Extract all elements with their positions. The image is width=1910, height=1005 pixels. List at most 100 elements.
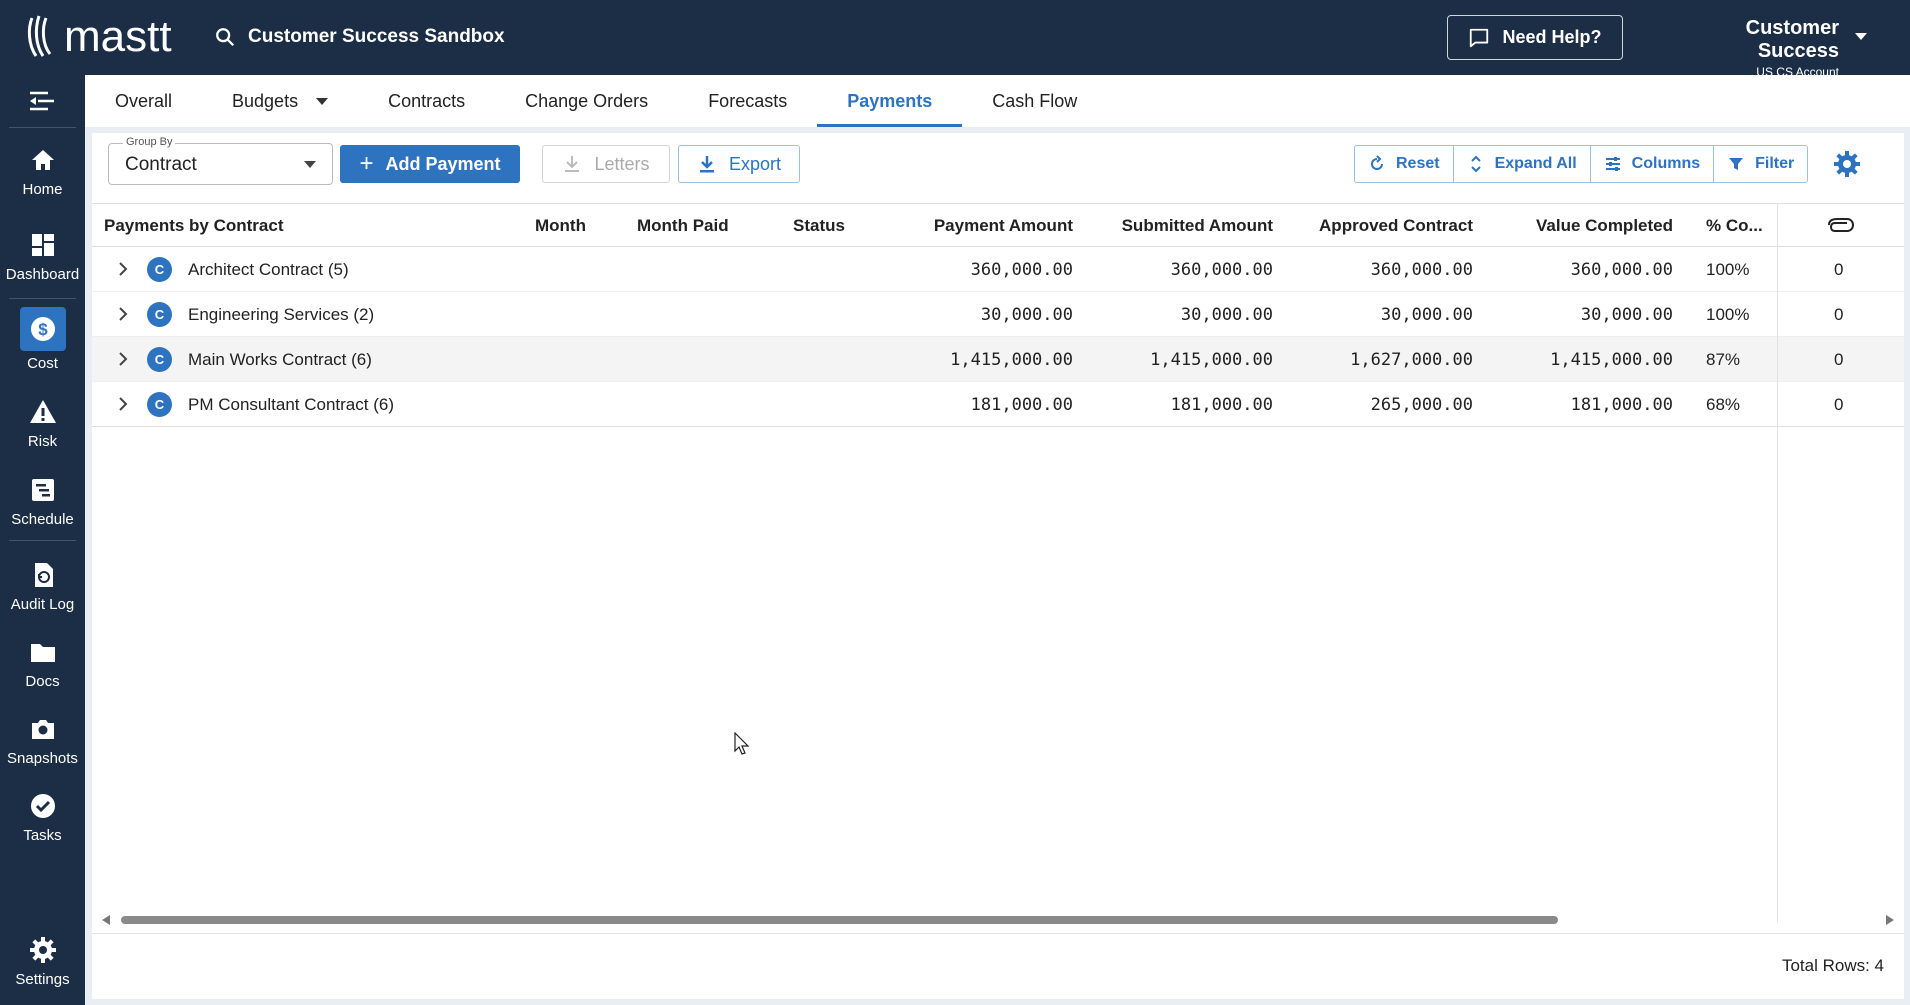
tab-label: Forecasts [708,90,788,111]
schedule-icon [31,479,54,501]
header-status[interactable]: Status [793,216,845,236]
filter-button[interactable]: Filter [1714,146,1807,182]
expand-all-button[interactable]: Expand All [1454,146,1591,182]
nav-item-tasks[interactable]: Tasks [0,791,85,844]
chevron-right-icon[interactable] [118,306,128,322]
export-label: Export [728,153,782,174]
nav-separator [9,127,76,128]
letters-button[interactable]: Letters [542,145,670,183]
account-caret-icon[interactable] [1855,33,1867,40]
account-menu[interactable]: Customer Success US CS Account [1662,17,1839,79]
header-month-paid[interactable]: Month Paid [637,216,729,236]
cell-approved-contract: 265,000.00 [1370,395,1473,415]
cell-approved-contract: 30,000.00 [1380,305,1473,325]
tab-budgets[interactable]: Budgets [202,75,358,127]
cell-percent-complete: 68% [1706,395,1741,414]
scroll-right-icon[interactable] [1886,915,1894,925]
chat-icon [1470,28,1489,47]
tab-label: Change Orders [525,90,649,111]
cell-attachments: 0 [1834,305,1844,324]
audit-log-icon [34,563,53,587]
header-approved-contract[interactable]: Approved Contract [1319,216,1473,236]
export-button[interactable]: Export [678,145,800,183]
table-row[interactable]: C Main Works Contract (6) 1,415,000.00 1… [92,337,1904,382]
cell-value-completed: 30,000.00 [1580,305,1673,325]
header-submitted-amount[interactable]: Submitted Amount [1122,216,1273,236]
nav-label-audit-log: Audit Log [10,596,75,613]
nav-item-risk[interactable]: Risk [0,397,85,450]
cell-approved-contract: 360,000.00 [1370,260,1473,280]
table-row[interactable]: C Engineering Services (2) 30,000.00 30,… [92,292,1904,337]
nav-label-schedule: Schedule [11,511,74,528]
mouse-cursor-icon [734,732,750,755]
chevron-right-icon[interactable] [118,261,128,277]
nav-item-schedule[interactable]: Schedule [0,475,85,528]
nav-active-indicator: $ [19,307,66,351]
group-by-select[interactable]: Group By Contract [108,136,333,185]
nav-label-settings: Settings [15,971,70,988]
cell-attachments: 0 [1834,260,1844,279]
tab-forecasts[interactable]: Forecasts [678,75,817,127]
cell-value-completed: 1,415,000.00 [1550,350,1673,370]
menu-collapse-icon[interactable] [28,89,56,113]
scrollbar-thumb[interactable] [121,916,1558,924]
chevron-right-icon[interactable] [118,396,128,412]
group-name: Architect Contract (5) [188,260,349,279]
header-month[interactable]: Month [535,216,586,236]
columns-button[interactable]: Columns [1591,146,1715,182]
group-name: Engineering Services (2) [188,305,375,324]
payments-table: Payments by Contract Month Month Paid St… [92,203,1904,923]
folder-icon [30,644,55,662]
tab-cash-flow[interactable]: Cash Flow [962,75,1107,127]
cell-percent-complete: 87% [1706,350,1741,369]
tab-payments[interactable]: Payments [817,75,963,127]
nav-item-cost[interactable]: $ Cost [0,307,85,372]
gear-icon[interactable] [1832,149,1862,179]
chevron-right-icon[interactable] [118,351,128,367]
nav-item-settings[interactable]: Settings [0,935,85,988]
search-icon [216,28,235,47]
nav-label-dashboard: Dashboard [5,266,80,283]
chevron-down-icon [304,161,316,168]
cell-payment-amount: 1,415,000.00 [950,350,1073,370]
gear-icon [29,937,56,963]
header-value-completed[interactable]: Value Completed [1536,216,1673,236]
nav-item-dashboard[interactable]: Dashboard [0,230,85,283]
group-name: Main Works Contract (6) [188,350,372,369]
reset-label: Reset [1396,155,1440,172]
nav-label-home: Home [22,181,63,198]
mastt-logo[interactable]: mastt [26,12,172,62]
cell-percent-complete: 100% [1706,305,1750,324]
tab-contracts[interactable]: Contracts [358,75,495,127]
cell-submitted-amount: 360,000.00 [1170,260,1273,280]
filter-icon [1729,158,1744,170]
paperclip-icon[interactable] [1825,216,1855,234]
header-payment-amount[interactable]: Payment Amount [934,216,1073,236]
header-percent-complete[interactable]: % Co... [1706,216,1763,236]
nav-item-docs[interactable]: Docs [0,637,85,690]
nav-item-audit-log[interactable]: Audit Log [0,560,85,613]
table-header: Payments by Contract Month Month Paid St… [92,204,1904,247]
add-payment-button[interactable]: + Add Payment [340,145,520,183]
cell-submitted-amount: 30,000.00 [1180,305,1273,325]
plus-icon: + [359,150,374,177]
nav-separator [9,298,76,299]
table-row[interactable]: C Architect Contract (5) 360,000.00 360,… [92,247,1904,292]
nav-item-snapshots[interactable]: Snapshots [0,714,85,767]
nav-label-snapshots: Snapshots [7,750,78,767]
warning-icon [29,400,56,423]
reset-button[interactable]: Reset [1355,146,1454,182]
tab-overall[interactable]: Overall [85,75,202,127]
project-search[interactable]: Customer Success Sandbox [214,22,505,52]
nav-item-home[interactable]: Home [0,145,85,198]
cell-value-completed: 181,000.00 [1570,395,1673,415]
tab-change-orders[interactable]: Change Orders [495,75,678,127]
scroll-left-icon[interactable] [102,915,110,925]
header-group[interactable]: Payments by Contract [104,216,284,236]
expand-all-label: Expand All [1494,155,1577,172]
nav-label-risk: Risk [27,433,58,450]
horizontal-scrollbar[interactable] [100,913,1896,927]
cell-attachments: 0 [1834,395,1844,414]
need-help-button[interactable]: Need Help? [1447,15,1623,60]
table-row[interactable]: C PM Consultant Contract (6) 181,000.00 … [92,382,1904,427]
